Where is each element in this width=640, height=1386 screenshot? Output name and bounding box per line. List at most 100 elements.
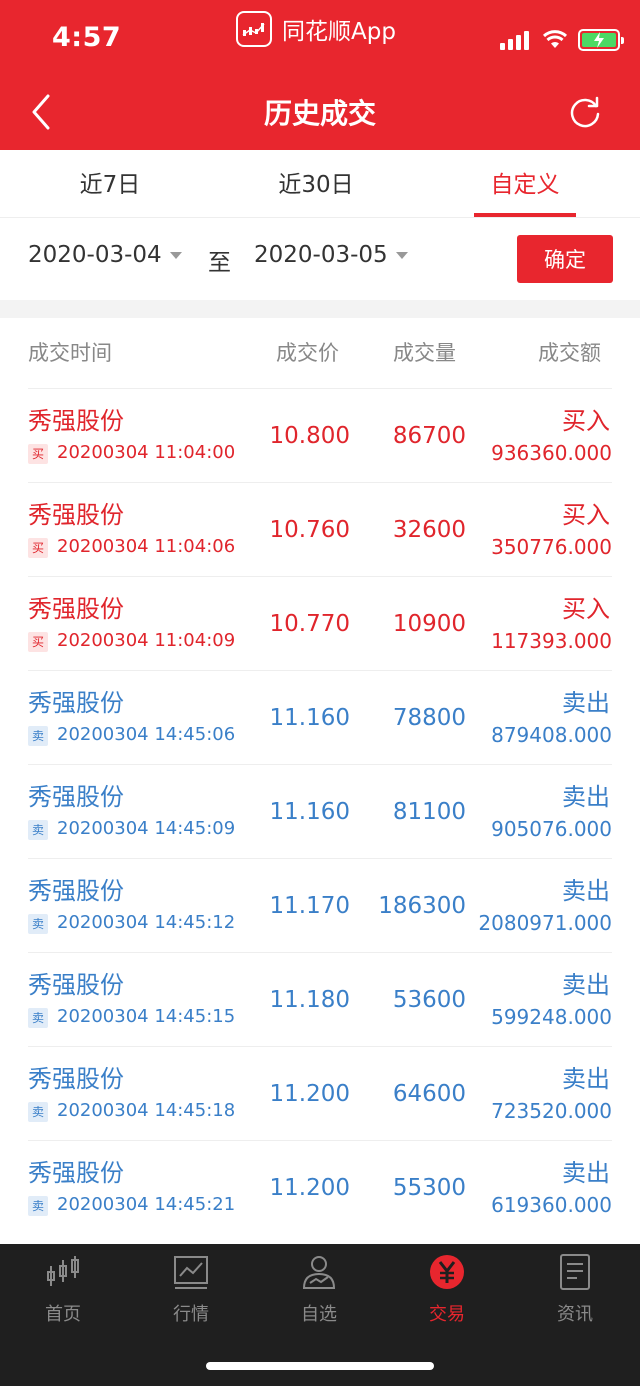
line-chart-icon [174,1256,208,1289]
table-row[interactable]: 秀强股份 卖 20200304 14:45:21 11.200 55300 卖出… [28,1140,612,1234]
trade-price: 11.180 [269,987,350,1013]
tab-7-days[interactable]: 近7日 [50,150,170,218]
trade-volume: 64600 [392,1081,466,1107]
trade-volume: 78800 [392,705,466,731]
trade-amount: 2080971.000 [478,911,612,935]
header-amount: 成交额 [538,341,601,365]
trade-side-tag: 买 [28,538,48,558]
trade-side: 卖出 [562,783,610,811]
cellular-signal-icon [500,30,532,50]
trade-time: 20200304 14:45:21 [57,1194,236,1215]
candlestick-icon [47,1256,79,1286]
stock-name: 秀强股份 [28,595,124,623]
trade-side: 买入 [562,595,610,623]
trade-time: 20200304 11:04:09 [57,630,236,651]
tabbar-watchlist[interactable]: 自选 [274,1252,364,1326]
app-logo-icon [236,11,272,47]
wifi-icon [542,30,568,48]
app-badge: 同花顺App [236,10,396,48]
trade-volume: 32600 [392,517,466,543]
home-indicator [206,1362,434,1370]
table-row[interactable]: 秀强股份 买 20200304 11:04:09 10.770 10900 买入… [28,576,612,670]
trade-amount: 723520.000 [491,1099,612,1123]
table-row[interactable]: 秀强股份 买 20200304 11:04:06 10.760 32600 买入… [28,482,612,576]
date-range-row: 2020-03-04 至 2020-03-05 确定 [0,218,640,300]
trade-volume: 55300 [392,1175,466,1201]
tabbar-market[interactable]: 行情 [146,1252,236,1326]
trade-amount: 936360.000 [491,441,612,465]
trade-side-tag: 卖 [28,1008,48,1028]
section-divider [0,300,640,318]
stock-name: 秀强股份 [28,971,124,999]
trade-price: 11.160 [269,799,350,825]
tab-custom[interactable]: 自定义 [474,150,576,218]
trade-side-tag: 卖 [28,1102,48,1122]
start-date-picker[interactable]: 2020-03-04 [28,242,182,268]
trade-price: 11.170 [269,893,350,919]
trade-amount: 905076.000 [491,817,612,841]
trade-side-tag: 卖 [28,1196,48,1216]
yuan-icon [430,1255,464,1289]
header-price: 成交价 [276,341,339,365]
table-row[interactable]: 秀强股份 卖 20200304 14:45:09 11.160 81100 卖出… [28,764,612,858]
refresh-button[interactable] [566,94,604,132]
tabbar-trade-label: 交易 [429,1304,465,1325]
trade-volume: 86700 [392,423,466,449]
trade-list: 秀强股份 买 20200304 11:04:00 10.800 86700 买入… [0,388,640,1234]
trade-side-tag: 买 [28,444,48,464]
trade-amount: 117393.000 [491,629,612,653]
table-row[interactable]: 秀强股份 卖 20200304 14:45:12 11.170 186300 卖… [28,858,612,952]
tabbar-market-label: 行情 [173,1304,209,1325]
top-header: 4:57 同花顺App 历史成交 [0,0,640,150]
stock-name: 秀强股份 [28,501,124,529]
trade-time: 20200304 14:45:15 [57,1006,236,1027]
trade-volume: 53600 [392,987,466,1013]
table-row[interactable]: 秀强股份 卖 20200304 14:45:18 11.200 64600 卖出… [28,1046,612,1140]
trade-price: 11.160 [269,705,350,731]
trade-side-tag: 卖 [28,914,48,934]
tabbar-home-label: 首页 [45,1304,81,1325]
confirm-button[interactable]: 确定 [517,235,613,283]
end-date-picker[interactable]: 2020-03-05 [254,242,408,268]
battery-icon [578,29,624,51]
trade-side: 卖出 [562,689,610,717]
table-row[interactable]: 秀强股份 买 20200304 11:04:00 10.800 86700 买入… [28,388,612,482]
tabbar-watchlist-label: 自选 [301,1304,337,1325]
trade-side: 卖出 [562,1065,610,1093]
page-title: 历史成交 [263,97,376,130]
trade-price: 10.800 [269,423,350,449]
start-date-value: 2020-03-04 [28,242,162,268]
document-icon [560,1254,590,1290]
trade-amount: 879408.000 [491,723,612,747]
stock-name: 秀强股份 [28,407,124,435]
tabbar-news[interactable]: 资讯 [530,1252,620,1326]
trade-time: 20200304 14:45:18 [57,1100,236,1121]
trade-side-tag: 卖 [28,726,48,746]
table-row[interactable]: 秀强股份 卖 20200304 14:45:15 11.180 53600 卖出… [28,952,612,1046]
trade-price: 11.200 [269,1175,350,1201]
tabbar-home[interactable]: 首页 [18,1252,108,1326]
trade-time: 20200304 14:45:09 [57,818,236,839]
tabbar-trade[interactable]: 交易 [402,1252,492,1326]
table-header: 成交时间 成交价 成交量 成交额 [0,318,640,388]
trade-time: 20200304 14:45:12 [57,912,236,933]
trade-side-tag: 买 [28,632,48,652]
trade-time: 20200304 11:04:00 [57,442,236,463]
trade-side-tag: 卖 [28,820,48,840]
end-date-value: 2020-03-05 [254,242,388,268]
status-indicators [500,28,624,52]
active-tab-indicator [474,213,576,217]
stock-name: 秀强股份 [28,1159,124,1187]
trade-side: 卖出 [562,971,610,999]
to-label: 至 [208,250,231,276]
period-tabs: 近7日 近30日 自定义 [0,150,640,218]
table-row[interactable]: 秀强股份 卖 20200304 14:45:06 11.160 78800 卖出… [28,670,612,764]
trade-time: 20200304 11:04:06 [57,536,236,557]
trade-time: 20200304 14:45:06 [57,724,236,745]
header-trade-time: 成交时间 [28,341,112,365]
trade-amount: 350776.000 [491,535,612,559]
tabbar-news-label: 资讯 [557,1304,593,1325]
trade-side: 卖出 [562,877,610,905]
tab-30-days[interactable]: 近30日 [256,150,376,218]
trade-side: 卖出 [562,1159,610,1187]
